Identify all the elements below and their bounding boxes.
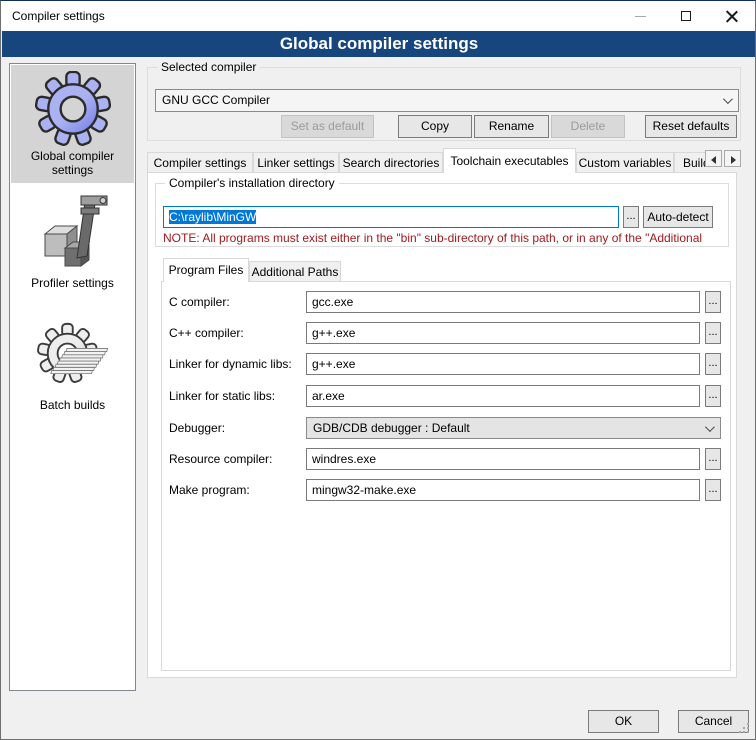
tab-scroll-right-icon — [731, 156, 736, 164]
linker-static-input[interactable] — [306, 385, 700, 407]
reset-defaults-button[interactable]: Reset defaults — [645, 115, 737, 138]
make-program-label: Make program: — [169, 483, 250, 497]
linker-dynamic-label: Linker for dynamic libs: — [169, 357, 292, 371]
tab-scroll-right-button[interactable] — [724, 150, 741, 167]
resource-compiler-input[interactable] — [306, 448, 700, 470]
installation-directory-value: C:\raylib\MinGW — [169, 210, 256, 224]
maximize-button[interactable] — [663, 1, 709, 31]
installation-directory-group-label: Compiler's installation directory — [165, 176, 339, 190]
tab-scroll-left-icon — [711, 156, 716, 164]
tab-scroll-buttons — [705, 148, 742, 172]
cancel-button[interactable]: Cancel — [678, 710, 749, 733]
chevron-down-icon — [723, 94, 733, 104]
linker-dynamic-browse-button[interactable]: ... — [705, 353, 721, 375]
c-compiler-label: C compiler: — [169, 295, 230, 309]
auto-detect-button[interactable]: Auto-detect — [643, 206, 713, 228]
resize-grip[interactable] — [747, 731, 749, 733]
selected-compiler-value: GNU GCC Compiler — [162, 93, 270, 107]
minimize-button[interactable] — [617, 1, 663, 31]
debugger-combobox[interactable]: GDB/CDB debugger : Default — [306, 417, 721, 439]
debugger-label: Debugger: — [169, 421, 225, 435]
rename-button[interactable]: Rename — [474, 115, 549, 138]
tab-custom-variables[interactable]: Custom variables — [576, 152, 674, 172]
resource-compiler-browse-button[interactable]: ... — [705, 448, 721, 470]
maximize-icon — [681, 11, 691, 21]
tab-linker-settings[interactable]: Linker settings — [253, 152, 339, 172]
minimize-icon — [635, 16, 646, 17]
c-compiler-browse-button[interactable]: ... — [705, 291, 721, 313]
make-program-input[interactable] — [306, 479, 700, 501]
batch-builds-icon — [36, 322, 110, 396]
close-icon — [726, 10, 738, 22]
subtab-program-files[interactable]: Program Files — [163, 258, 249, 282]
cpp-compiler-input[interactable] — [306, 322, 700, 344]
c-compiler-input[interactable] — [306, 291, 700, 313]
make-program-browse-button[interactable]: ... — [705, 479, 721, 501]
linker-static-browse-button[interactable]: ... — [705, 385, 721, 407]
cpp-compiler-label: C++ compiler: — [169, 326, 244, 340]
selected-compiler-combobox[interactable]: GNU GCC Compiler — [155, 89, 739, 112]
tab-build-options[interactable]: Build options — [674, 152, 706, 172]
titlebar: Compiler settings — [1, 1, 755, 31]
installation-directory-browse-button[interactable]: ... — [623, 206, 639, 228]
sidebar-item-label: Global compiler settings — [11, 149, 134, 183]
tab-search-directories[interactable]: Search directories — [339, 152, 443, 172]
installation-directory-note: NOTE: All programs must exist either in … — [163, 231, 725, 245]
set-as-default-button[interactable]: Set as default — [281, 115, 374, 138]
sidebar-item-label: Profiler settings — [11, 276, 134, 296]
tab-scroll-left-button[interactable] — [705, 150, 722, 167]
ok-button[interactable]: OK — [588, 710, 659, 733]
profiler-caliper-icon — [37, 192, 109, 274]
delete-button[interactable]: Delete — [551, 115, 625, 138]
cpp-compiler-browse-button[interactable]: ... — [705, 322, 721, 344]
tab-compiler-settings[interactable]: Compiler settings — [147, 152, 253, 172]
sidebar-item-profiler-settings[interactable]: Profiler settings — [11, 186, 134, 296]
sidebar-item-batch-builds[interactable]: Batch builds — [11, 316, 134, 418]
selected-compiler-group-label: Selected compiler — [157, 60, 260, 74]
chevron-down-icon — [705, 422, 715, 432]
window-title: Compiler settings — [12, 9, 105, 23]
sidebar-item-global-compiler-settings[interactable]: Global compiler settings — [11, 65, 134, 183]
compiler-settings-dialog: Compiler settings Global compiler settin… — [0, 0, 756, 740]
subtab-additional-paths[interactable]: Additional Paths — [249, 261, 341, 282]
close-button[interactable] — [709, 1, 755, 31]
linker-dynamic-input[interactable] — [306, 353, 700, 375]
linker-static-label: Linker for static libs: — [169, 389, 275, 403]
sidebar: Global compiler settings — [9, 63, 136, 691]
blue-gear-icon — [35, 71, 111, 147]
installation-directory-input[interactable]: C:\raylib\MinGW — [163, 206, 619, 228]
copy-button[interactable]: Copy — [398, 115, 472, 138]
resource-compiler-label: Resource compiler: — [169, 452, 272, 466]
page-title: Global compiler settings — [2, 31, 756, 57]
sidebar-item-label: Batch builds — [11, 398, 134, 418]
tab-toolchain-executables[interactable]: Toolchain executables — [443, 148, 576, 173]
debugger-value: GDB/CDB debugger : Default — [313, 421, 470, 435]
